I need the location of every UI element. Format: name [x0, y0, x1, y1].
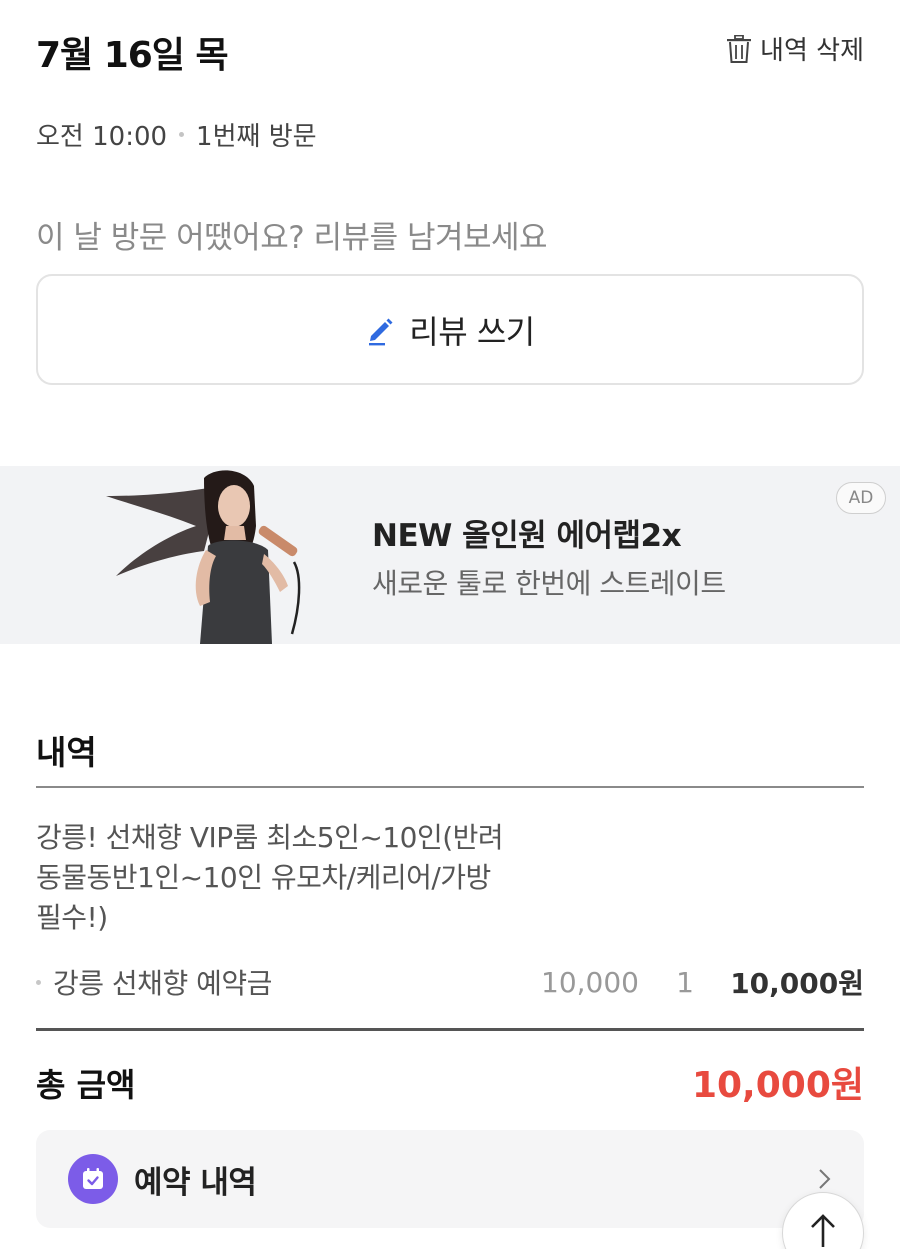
ad-model-image — [106, 470, 301, 644]
visit-info: 오전 10:00 1번째 방문 — [36, 116, 317, 153]
visit-date-title: 7월 16일 목 — [36, 35, 229, 76]
ad-subtitle: 새로운 툴로 한번에 스트레이트 — [372, 567, 726, 600]
option-bullet — [36, 979, 41, 985]
option-line-total: 10,000원 — [730, 967, 864, 1000]
visit-time: 오전 10:00 — [36, 122, 168, 152]
details-section-title: 내역 — [36, 733, 97, 772]
ad-badge: AD — [836, 482, 886, 514]
option-quantity: 1 — [676, 965, 694, 999]
write-review-button[interactable]: 리뷰 쓰기 — [36, 274, 864, 385]
booking-history-label: 예약 내역 — [134, 1164, 257, 1201]
delete-history-label: 내역 삭제 — [760, 36, 864, 66]
separator-dot — [179, 132, 185, 137]
booking-history-link[interactable]: 예약 내역 — [36, 1130, 864, 1228]
option-row: 강릉 선채향 예약금 10,000 1 10,000원 — [36, 960, 864, 1004]
section-divider — [36, 786, 864, 788]
review-prompt: 이 날 방문 어땠어요? 리뷰를 남겨보세요 — [36, 220, 548, 256]
write-review-label: 리뷰 쓰기 — [409, 312, 535, 351]
total-label: 총 금액 — [36, 1066, 136, 1104]
chevron-right-icon — [819, 1169, 831, 1189]
option-name: 강릉 선채향 예약금 — [53, 967, 272, 1000]
arrow-up-icon — [811, 1214, 835, 1247]
visit-count: 1번째 방문 — [196, 122, 317, 152]
header: 7월 16일 목 내역 삭제 — [36, 22, 864, 76]
product-name: 강릉! 선채향 VIP룸 최소5인~10인(반려동물동반1인~10인 유모차/케… — [36, 821, 504, 934]
total-divider — [36, 1028, 864, 1031]
option-unit-price: 10,000 — [541, 965, 639, 999]
ad-banner[interactable]: NEW 올인원 에어랩2x 새로운 툴로 한번에 스트레이트 AD — [0, 466, 900, 644]
pencil-icon — [369, 318, 393, 345]
ad-title: NEW 올인원 에어랩2x — [372, 518, 682, 554]
calendar-check-icon — [68, 1154, 118, 1204]
delete-history-button[interactable]: 내역 삭제 — [726, 30, 864, 67]
total-amount: 10,000원 — [691, 1065, 864, 1106]
trash-icon — [727, 34, 752, 63]
